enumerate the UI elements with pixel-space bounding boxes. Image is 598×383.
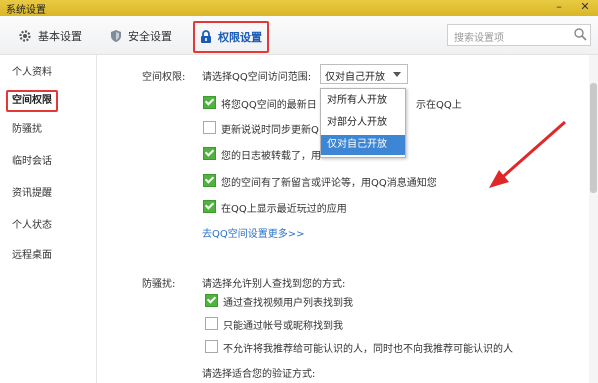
space-section-label: 空间权限: (142, 72, 186, 83)
main-panel: 空间权限: 请选择QQ空间访问范围: 仅对自己开放 将您QQ空间的最新日 示在Q… (97, 55, 598, 383)
space-option-4-label: 您的空间有了新留言或评论等，用QQ消息通知您 (221, 178, 437, 189)
title-bar: 系统设置 – ✕ (0, 0, 598, 16)
space-option-1-checkbox[interactable] (203, 96, 216, 109)
search-icon[interactable] (573, 27, 587, 41)
tab-basic-settings[interactable]: 基本设置 (18, 26, 82, 46)
sidebar-item-personal-status[interactable]: 个人状态 (8, 217, 56, 235)
sidebar-item-anti-harassment[interactable]: 防骚扰 (8, 121, 46, 139)
close-button[interactable]: ✕ (574, 0, 596, 16)
space-option-1-suffix: 示在QQ上 (416, 100, 462, 111)
dropdown-option-everyone[interactable]: 对所有人开放 (321, 91, 405, 111)
tab-security-settings[interactable]: 安全设置 (110, 26, 172, 46)
sidebar-item-profile[interactable]: 个人资料 (8, 64, 56, 82)
antispam-option-1-checkbox[interactable] (205, 294, 218, 307)
tab-basic-settings-label: 基本设置 (38, 30, 82, 43)
space-option-3-label: 您的日志被转载了，用 (221, 151, 321, 162)
scrollbar[interactable] (589, 55, 598, 383)
space-range-select[interactable]: 仅对自己开放 (320, 64, 408, 84)
antispam-verify-label: 请选择适合您的验证方式: (202, 369, 316, 380)
tab-security-settings-label: 安全设置 (128, 30, 172, 43)
antispam-section-label: 防骚扰: (142, 279, 176, 290)
sidebar-item-space-permission[interactable]: 空间权限 (6, 90, 58, 112)
space-range-value: 仅对自己开放 (325, 72, 385, 83)
space-option-2-checkbox[interactable] (203, 121, 216, 134)
annotation-arrow-icon (489, 120, 566, 188)
space-option-4-checkbox[interactable] (203, 174, 216, 187)
tab-permission-settings[interactable]: 权限设置 (193, 21, 269, 53)
space-option-5-label: 在QQ上显示最近玩过的应用 (221, 204, 347, 215)
dropdown-option-only-me[interactable]: 仅对自己开放 (321, 135, 405, 155)
dropdown-option-some[interactable]: 对部分人开放 (321, 113, 405, 133)
space-option-3-checkbox[interactable] (203, 147, 216, 160)
antispam-option-2-checkbox[interactable] (205, 317, 218, 330)
sidebar-item-news-reminder[interactable]: 资讯提醒 (8, 185, 56, 203)
antispam-find-label: 请选择允许别人查找到您的方式: (202, 279, 346, 290)
antispam-option-3-checkbox[interactable] (205, 340, 218, 353)
toolbar: 基本设置 安全设置 权限设置 搜索设置项 (0, 16, 598, 55)
space-range-label: 请选择QQ空间访问范围: (202, 72, 312, 83)
search-placeholder: 搜索设置项 (454, 33, 504, 44)
minimize-button[interactable]: – (548, 0, 570, 16)
chevron-down-icon (393, 72, 401, 77)
gear-icon (19, 30, 31, 42)
scrollbar-thumb[interactable] (590, 83, 597, 193)
shield-icon (111, 30, 121, 42)
space-range-dropdown: 对所有人开放 对部分人开放 仅对自己开放 (320, 88, 406, 158)
space-option-1-label: 将您QQ空间的最新日 (221, 100, 317, 111)
space-option-5-checkbox[interactable] (203, 200, 216, 213)
space-option-2-label: 更新说说时同步更新Q (221, 125, 319, 136)
window-title: 系统设置 (6, 5, 46, 16)
tab-permission-settings-label: 权限设置 (218, 31, 262, 44)
sidebar-item-remote-desktop[interactable]: 远程桌面 (8, 247, 56, 265)
space-more-link[interactable]: 去QQ空间设置更多>> (202, 225, 305, 240)
antispam-option-2-label: 只能通过帐号或昵称找到我 (223, 321, 343, 332)
antispam-option-3-label: 不允许将我推荐给可能认识的人，同时也不向我推荐可能认识的人 (223, 344, 513, 355)
sidebar: 个人资料 空间权限 防骚扰 临时会话 资讯提醒 个人状态 远程桌面 (0, 55, 97, 383)
search-box[interactable]: 搜索设置项 (447, 24, 591, 46)
lock-icon (201, 30, 211, 43)
sidebar-item-temp-session[interactable]: 临时会话 (8, 153, 56, 171)
antispam-option-1-label: 通过查找视频用户列表找到我 (223, 298, 353, 309)
